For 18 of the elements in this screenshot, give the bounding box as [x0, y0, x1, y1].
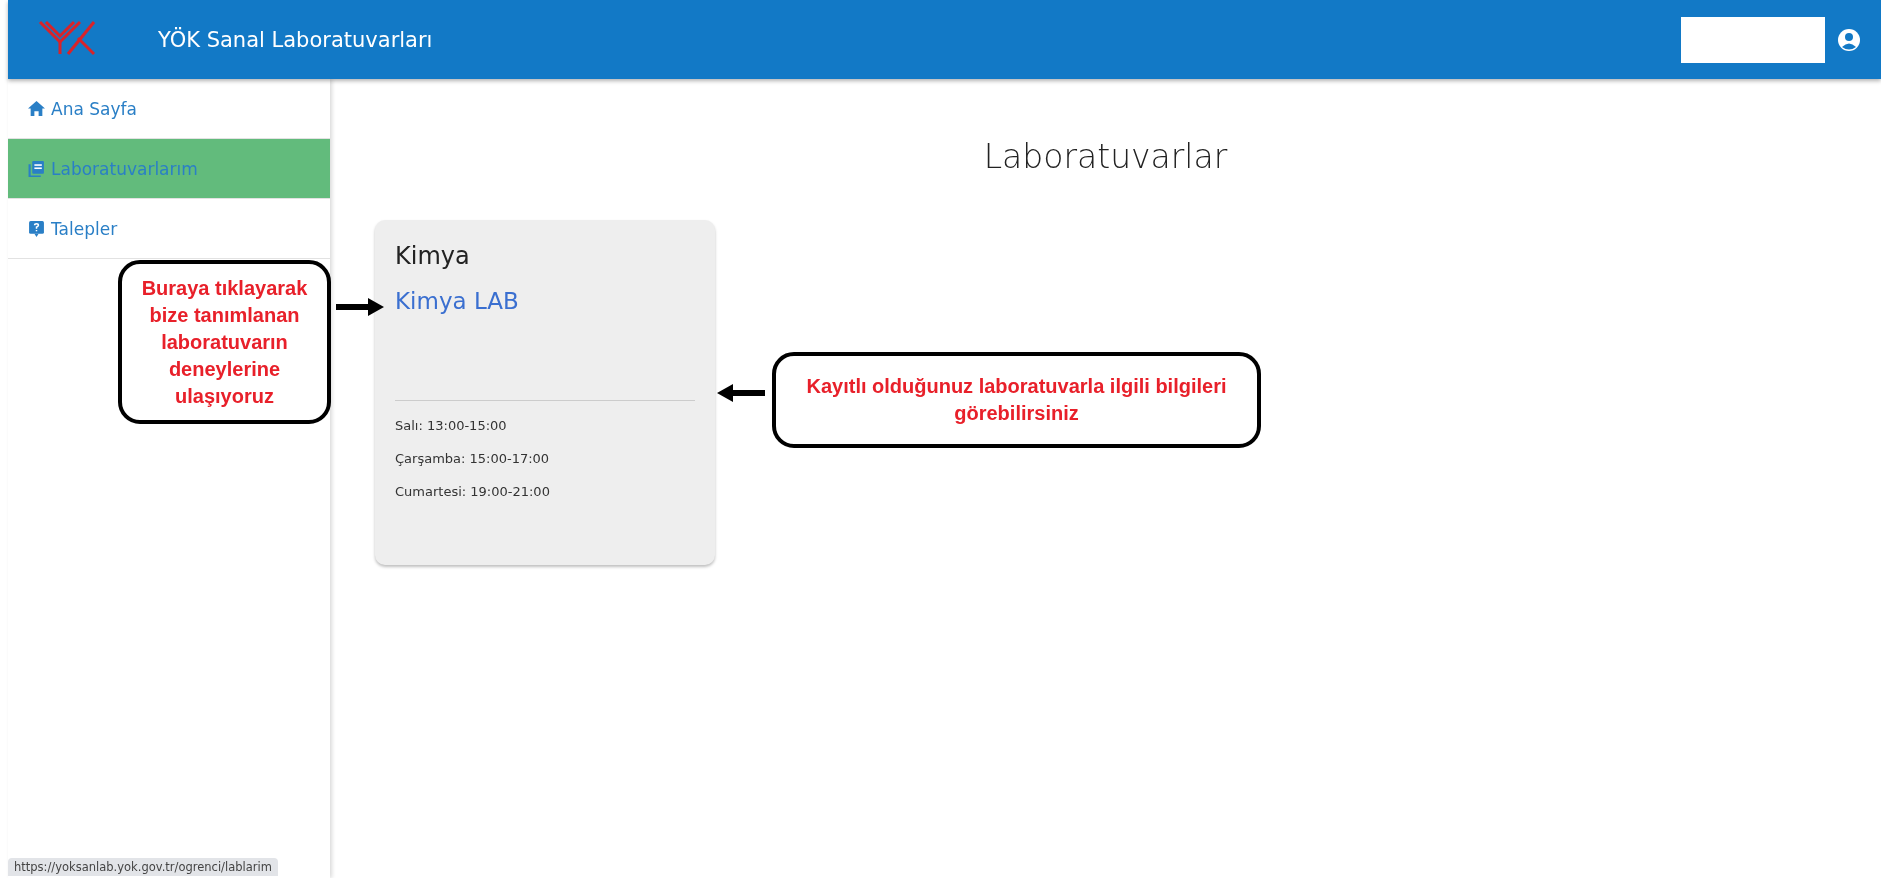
sidebar-item[interactable]: Talepler — [8, 199, 330, 259]
callout-box: Buraya tıklayarak bize tanımlanan laboratuvarın deneylerine ulaşıyoruz — [118, 260, 331, 424]
schedule-text: Salı: 13:00-15:00 — [395, 418, 508, 433]
arrow-icon — [717, 383, 765, 403]
status-url: https://yoksanlab.yok.gov.tr/ogrenci/lablarim — [8, 858, 278, 876]
card-title: Kimya — [395, 242, 471, 270]
arrow-icon — [336, 297, 384, 317]
schedule-text: Çarşamba: 15:00-17:00 — [395, 451, 551, 466]
callout-box: Kayıtlı olduğunuz laboratuvarla ilgili bilgileri görebilirsiniz — [772, 352, 1261, 448]
lab-link[interactable]: Kimya LAB — [395, 288, 519, 314]
home-icon — [28, 100, 45, 117]
page-title: Laboratuvarlar — [983, 137, 1228, 176]
help-icon — [28, 220, 45, 237]
schedule-text: Cumartesi: 19:00-21:00 — [395, 484, 551, 499]
header-input-field[interactable] — [1681, 16, 1825, 63]
app-title: YÖK Sanal Laboratuvarları — [158, 27, 434, 52]
user-icon[interactable] — [1837, 27, 1861, 52]
book-icon — [28, 160, 45, 177]
